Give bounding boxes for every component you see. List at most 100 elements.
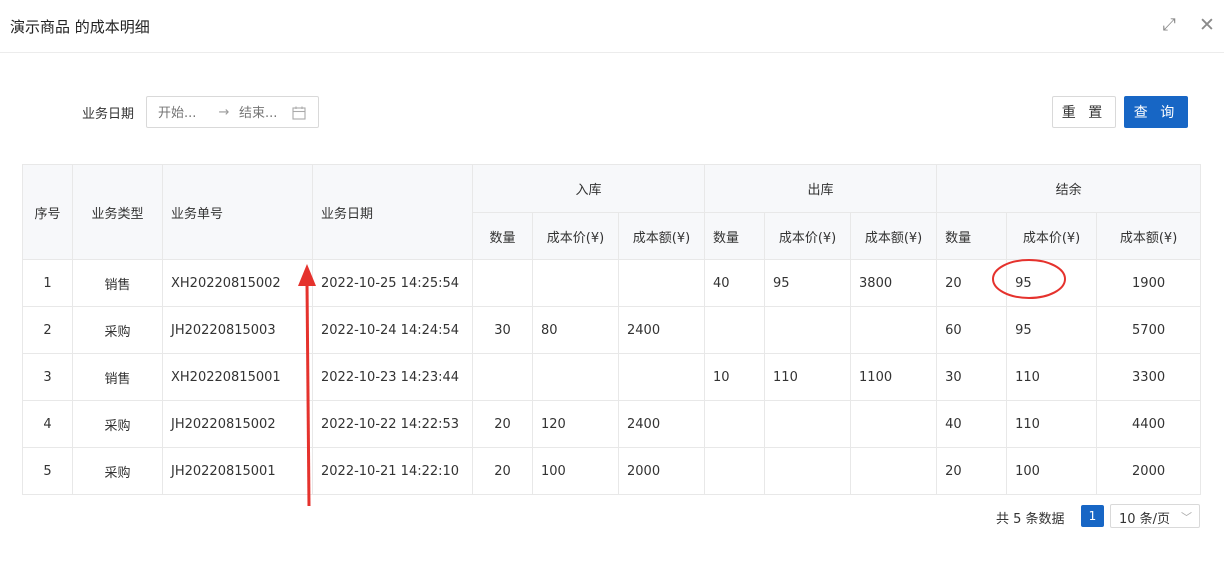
cell-in-amount — [617, 353, 706, 401]
cell-bal-price: 95 — [1006, 306, 1098, 354]
cell-seq: 3 — [22, 353, 73, 401]
cell-bal-qty: 40 — [936, 400, 1008, 448]
table-row: 4 采购 JH20220815002 2022-10-22 14:22:53 2… — [22, 400, 1202, 448]
close-icon[interactable]: ✕ — [1198, 14, 1216, 36]
end-date-input[interactable] — [239, 104, 291, 122]
cell-out-amount: 1100 — [850, 353, 938, 401]
range-arrow-icon: → — [218, 105, 230, 120]
cell-in-price: 100 — [532, 447, 619, 495]
cell-in-qty — [472, 259, 533, 307]
col-group-balance: 结余 — [936, 164, 1202, 213]
cost-detail-table: 序号 业务类型 业务单号 业务日期 入库 出库 结余 数量 成本价(¥) 成本额… — [22, 164, 1202, 495]
query-button[interactable]: 查 询 — [1124, 96, 1188, 128]
cell-bal-amount: 1900 — [1096, 259, 1202, 307]
cell-out-qty — [704, 400, 766, 448]
cell-in-qty: 20 — [472, 400, 533, 448]
cell-bal-price: 100 — [1006, 447, 1098, 495]
cell-in-price: 120 — [532, 400, 619, 448]
pagination-page-1[interactable]: 1 — [1081, 505, 1104, 527]
cell-type: 销售 — [72, 353, 163, 401]
table-row: 1 销售 XH20220815002 2022-10-25 14:25:54 4… — [22, 259, 1202, 307]
cell-seq: 1 — [22, 259, 73, 307]
cell-in-qty — [472, 353, 533, 401]
chevron-down-icon: ﹀ — [1181, 511, 1192, 524]
cell-seq: 5 — [22, 447, 73, 495]
cell-bal-price: 110 — [1006, 353, 1098, 401]
cell-bal-amount: 2000 — [1096, 447, 1202, 495]
col-out-amount: 成本额(¥) — [850, 212, 938, 260]
col-in-price: 成本价(¥) — [532, 212, 619, 260]
col-bal-amount: 成本额(¥) — [1096, 212, 1202, 260]
cell-bal-amount: 5700 — [1096, 306, 1202, 354]
cell-out-amount — [850, 447, 938, 495]
cell-out-price — [764, 306, 852, 354]
col-in-amount: 成本额(¥) — [617, 212, 706, 260]
cell-in-amount: 2000 — [617, 447, 706, 495]
cell-seq: 4 — [22, 400, 73, 448]
cell-date: 2022-10-25 14:25:54 — [312, 259, 473, 307]
cell-bal-qty: 60 — [936, 306, 1008, 354]
cell-type: 销售 — [72, 259, 163, 307]
cell-out-amount — [850, 306, 938, 354]
table-row: 3 销售 XH20220815001 2022-10-23 14:23:44 1… — [22, 353, 1202, 401]
calendar-icon[interactable] — [291, 105, 307, 121]
cell-in-price: 80 — [532, 306, 619, 354]
date-filter-label: 业务日期 — [82, 107, 135, 122]
cell-in-price — [532, 259, 619, 307]
modal-title: 演示商品 的成本明细 — [10, 18, 150, 36]
cell-in-qty: 30 — [472, 306, 533, 354]
cell-order: JH20220815001 — [162, 447, 313, 495]
reset-button[interactable]: 重 置 — [1052, 96, 1116, 128]
cell-type: 采购 — [72, 400, 163, 448]
cell-order: JH20220815003 — [162, 306, 313, 354]
cell-bal-price: 95 — [1006, 259, 1098, 307]
cell-order: XH20220815002 — [162, 259, 313, 307]
cell-out-price — [764, 400, 852, 448]
cell-out-qty — [704, 447, 766, 495]
cell-order: XH20220815001 — [162, 353, 313, 401]
maximize-icon[interactable]: ⤢ — [1160, 14, 1178, 36]
cell-bal-qty: 30 — [936, 353, 1008, 401]
modal-header: 演示商品 的成本明细 ⤢ ✕ — [0, 0, 1224, 53]
cell-out-price: 95 — [764, 259, 852, 307]
col-type: 业务类型 — [72, 164, 163, 260]
col-group-in: 入库 — [471, 164, 706, 213]
date-range-picker[interactable]: → — [146, 96, 319, 128]
cell-in-amount: 2400 — [617, 400, 706, 448]
cell-out-qty: 40 — [704, 259, 766, 307]
cell-out-qty — [704, 306, 766, 354]
col-seq: 序号 — [22, 164, 73, 260]
cell-type: 采购 — [72, 447, 163, 495]
cell-out-amount — [850, 400, 938, 448]
table-row: 2 采购 JH20220815003 2022-10-24 14:24:54 3… — [22, 306, 1202, 354]
cell-out-price — [764, 447, 852, 495]
cell-bal-qty: 20 — [936, 259, 1008, 307]
cell-date: 2022-10-22 14:22:53 — [312, 400, 473, 448]
col-out-qty: 数量 — [704, 212, 766, 260]
cell-bal-qty: 20 — [936, 447, 1008, 495]
col-out-price: 成本价(¥) — [764, 212, 852, 260]
col-in-qty: 数量 — [472, 212, 533, 260]
cell-date: 2022-10-23 14:23:44 — [312, 353, 473, 401]
cell-bal-amount: 3300 — [1096, 353, 1202, 401]
start-date-input[interactable] — [158, 104, 214, 122]
page-size-select[interactable]: 10 条/页 ﹀ — [1110, 504, 1200, 528]
cell-date: 2022-10-24 14:24:54 — [312, 306, 473, 354]
cell-out-price: 110 — [764, 353, 852, 401]
page-size-value: 10 条/页 — [1119, 512, 1171, 527]
col-order: 业务单号 — [162, 164, 313, 260]
cell-in-amount — [617, 259, 706, 307]
col-bal-price: 成本价(¥) — [1006, 212, 1098, 260]
cell-order: JH20220815002 — [162, 400, 313, 448]
cell-bal-price: 110 — [1006, 400, 1098, 448]
cell-date: 2022-10-21 14:22:10 — [312, 447, 473, 495]
pagination-total: 共 5 条数据 — [996, 512, 1065, 527]
cell-in-amount: 2400 — [617, 306, 706, 354]
cell-out-qty: 10 — [704, 353, 766, 401]
cell-out-amount: 3800 — [850, 259, 938, 307]
col-date: 业务日期 — [312, 164, 473, 260]
cell-in-price — [532, 353, 619, 401]
cell-type: 采购 — [72, 306, 163, 354]
col-group-out: 出库 — [704, 164, 938, 213]
cell-bal-amount: 4400 — [1096, 400, 1202, 448]
